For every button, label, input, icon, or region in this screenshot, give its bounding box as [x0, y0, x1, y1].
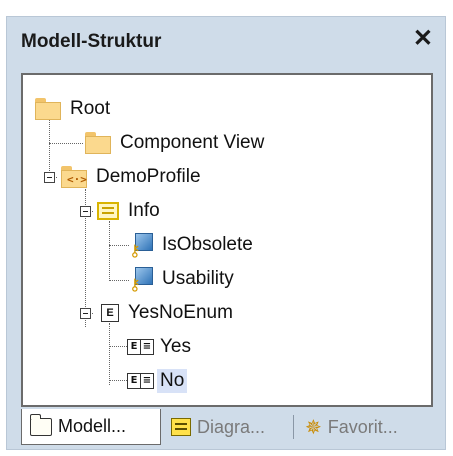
tab-favorites[interactable]: ✵ Favorit...: [297, 409, 437, 445]
property-icon: ⚷: [129, 233, 153, 260]
tab-label: Modell...: [58, 416, 127, 436]
tree-node-label: Info: [128, 200, 160, 221]
tree-connector: [109, 346, 127, 347]
tree-node-yesnoenum[interactable]: E YesNoEnum: [101, 299, 236, 327]
model-tree-panel: Modell-Struktur ✕ Root Component View <·…: [6, 16, 446, 450]
folder-icon: [35, 98, 61, 120]
tree-node-no[interactable]: E ≡ No: [127, 367, 188, 395]
tree-node-label: Component View: [120, 132, 265, 153]
diagram-icon: [171, 418, 191, 436]
folder-icon: [85, 132, 111, 154]
panel-titlebar: Modell-Struktur ✕: [7, 17, 445, 67]
property-icon: ⚷: [129, 267, 153, 294]
tree-view[interactable]: Root Component View <·> DemoProfile Info…: [21, 73, 433, 407]
tab-label: Favorit...: [327, 416, 398, 437]
tree-node-yes[interactable]: E ≡ Yes: [127, 333, 194, 361]
tree-node-component-view[interactable]: Component View: [85, 129, 267, 157]
collapse-toggle-yesnoenum[interactable]: [80, 308, 91, 319]
tree-node-label: IsObsolete: [162, 234, 253, 255]
tree-node-label: Root: [70, 98, 111, 119]
tab-model-tree[interactable]: Modell...: [21, 409, 161, 445]
tree-connector: [109, 221, 110, 281]
tree-node-usability[interactable]: ⚷ Usability: [129, 265, 237, 294]
tree-connector: [49, 143, 83, 144]
panel-tabs: Modell... Diagra... ✵ Favorit...: [21, 409, 439, 449]
enum-literal-icon: E ≡: [127, 371, 157, 391]
tree-node-label: Yes: [160, 336, 191, 357]
tree-node-label: DemoProfile: [96, 166, 201, 187]
tab-diagram-tree[interactable]: Diagra...: [163, 409, 295, 445]
profile-folder-icon: <·>: [61, 166, 87, 188]
enumeration-icon: E: [101, 304, 119, 322]
collapse-toggle-demoprofile[interactable]: [44, 172, 55, 183]
tree-node-label: No: [157, 369, 188, 393]
tree-node-label: YesNoEnum: [128, 302, 233, 323]
tree-content: Root Component View <·> DemoProfile Info…: [23, 75, 431, 405]
folder-icon: [30, 413, 52, 436]
tree-node-info[interactable]: Info: [97, 197, 163, 225]
tab-label: Diagra...: [197, 416, 266, 437]
tree-connector: [109, 245, 129, 246]
tree-node-isobsolete[interactable]: ⚷ IsObsolete: [129, 231, 256, 260]
stereotype-icon: [97, 202, 119, 220]
tree-node-demoprofile[interactable]: <·> DemoProfile: [61, 163, 204, 191]
collapse-toggle-info[interactable]: [80, 206, 91, 217]
close-icon[interactable]: ✕: [413, 27, 433, 51]
panel-title: Modell-Struktur: [21, 31, 162, 52]
tree-connector: [109, 280, 129, 281]
tree-connector: [109, 380, 127, 381]
tree-connector: [109, 323, 110, 385]
tree-node-root[interactable]: Root: [35, 95, 113, 123]
tree-node-label: Usability: [162, 268, 234, 289]
tab-separator: [293, 415, 294, 439]
favorites-icon: ✵: [305, 416, 322, 439]
enum-literal-icon: E ≡: [127, 337, 157, 357]
